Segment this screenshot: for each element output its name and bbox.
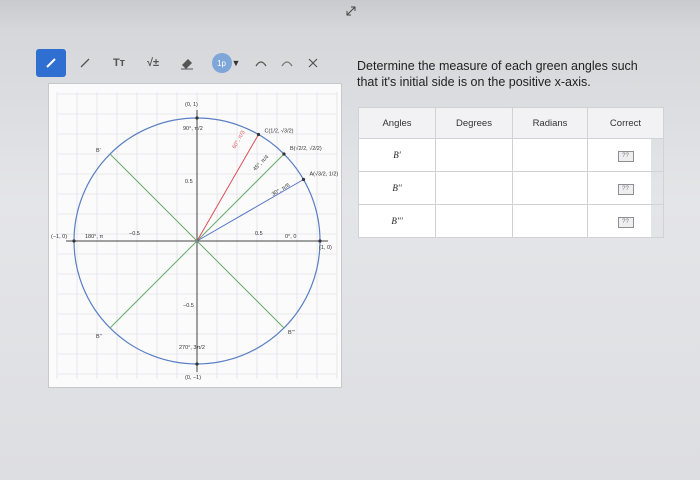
undo-icon (255, 61, 267, 67)
label-b-prime: B' (96, 148, 101, 154)
eraser-tool-button[interactable] (172, 49, 202, 77)
label-deg30: 30°, π/6 (271, 183, 291, 198)
label-point-b: B(√2/2, √2/2) (290, 145, 322, 152)
circle-point (72, 239, 76, 243)
label-deg270: 270°, 3π/2 (179, 345, 205, 351)
correct-status-icon: ?? (617, 150, 634, 162)
correct-status-icon: ?? (617, 183, 634, 195)
answer-table: Angles Degrees Radians Correct B' ?? B'' (358, 107, 664, 238)
angle-cell: B' (358, 138, 436, 172)
label-left-point: (−1, 0) (51, 234, 67, 240)
label-point-a: A(√3/2, 1/2) (310, 171, 339, 178)
pencil-icon (46, 58, 56, 68)
screen: Tт √± 1p ▼ (0, 1) 90°, π/2 (−1, 0) 180°,… (0, 0, 700, 480)
degrees-input-cell[interactable] (435, 204, 513, 238)
drawing-toolbar: Tт √± 1p ▼ (36, 48, 328, 78)
table-row: B''' ?? (358, 204, 664, 238)
correct-cell: ?? (587, 138, 664, 172)
math-tool-label: √± (146, 57, 160, 69)
circle-point (256, 132, 261, 137)
label-half-neg-y: −0.5 (183, 303, 194, 309)
undo-button[interactable] (250, 49, 272, 77)
color-dot: 1p (211, 53, 232, 73)
correct-cell: ?? (587, 171, 664, 205)
caret-down-icon: ▼ (231, 58, 241, 68)
label-half-neg-x: −0.5 (129, 231, 140, 237)
header-degrees: Degrees (435, 107, 513, 139)
radians-input-cell[interactable] (512, 204, 588, 238)
table-row: B' ?? (358, 138, 664, 172)
color-picker-button[interactable]: 1p ▼ (206, 49, 246, 77)
circle-point (282, 152, 286, 156)
label-deg60: 60°, π/3 (232, 130, 247, 150)
label-b-triple-prime: B''' (288, 330, 295, 336)
correct-cell: ?? (587, 204, 664, 238)
label-top-point: (0, 1) (185, 102, 198, 108)
circle-point (195, 116, 199, 120)
question-text: Determine the measure of each green angl… (357, 59, 638, 89)
redo-icon (281, 61, 293, 67)
degrees-input-cell[interactable] (435, 171, 513, 205)
unit-circle-canvas[interactable]: (0, 1) 90°, π/2 (−1, 0) 180°, π (1, 0) 0°, 0 (… (49, 84, 341, 387)
close-icon (308, 58, 318, 68)
table-header-row: Angles Degrees Radians Correct (358, 107, 664, 139)
label-right-point: (1, 0) (319, 245, 332, 251)
red-60-ray (196, 134, 259, 242)
header-radians: Radians (512, 107, 588, 139)
table-row: B'' ?? (358, 171, 664, 205)
unit-circle-graph[interactable]: (0, 1) 90°, π/2 (−1, 0) 180°, π (1, 0) 0°, 0 (… (48, 83, 342, 388)
line-tool-button[interactable] (70, 49, 100, 77)
correct-status-icon: ?? (617, 216, 634, 228)
expand-icon[interactable] (344, 4, 358, 18)
circle-point (195, 362, 199, 366)
redo-button[interactable] (276, 49, 298, 77)
radians-input-cell[interactable] (512, 138, 588, 172)
label-b-double-prime: B'' (96, 334, 102, 340)
text-tool-label: Tт (112, 57, 126, 69)
label-deg180: 180°, π (85, 234, 103, 240)
radians-input-cell[interactable] (512, 171, 588, 205)
label-point-c: C(1/2, √3/2) (265, 127, 294, 134)
label-half-pos-x: 0.5 (255, 231, 263, 237)
label-deg90: 90°, π/2 (183, 126, 203, 132)
pencil-tool-button[interactable] (36, 49, 66, 77)
text-tool-button[interactable]: Tт (104, 49, 134, 77)
label-deg0: 0°, 0 (285, 234, 296, 240)
degrees-input-cell[interactable] (435, 138, 513, 172)
clear-button[interactable] (302, 49, 324, 77)
math-tool-button[interactable]: √± (138, 49, 168, 77)
line-icon (80, 58, 90, 68)
angle-cell: B'' (358, 171, 436, 205)
circle-point (301, 177, 306, 182)
header-angles: Angles (358, 107, 436, 139)
header-correct: Correct (587, 107, 664, 139)
eraser-icon (181, 59, 193, 70)
angle-cell: B''' (358, 204, 436, 238)
circle-point (318, 239, 322, 243)
label-bottom-point: (0, −1) (185, 375, 201, 381)
label-half-pos-y: 0.5 (185, 179, 193, 185)
